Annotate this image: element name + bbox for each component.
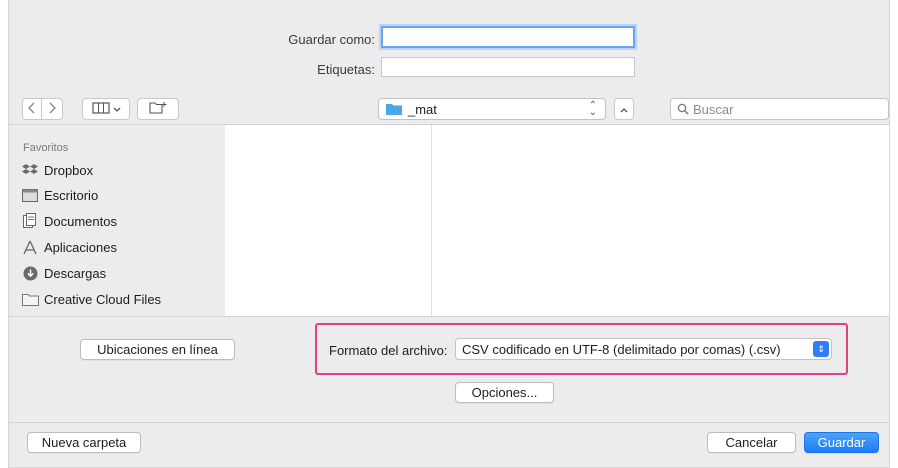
downloads-icon bbox=[21, 265, 39, 281]
tags-label: Etiquetas: bbox=[317, 62, 375, 77]
new-folder-toolbar-button[interactable] bbox=[137, 98, 179, 120]
chevron-down-icon bbox=[113, 102, 121, 116]
new-folder-icon bbox=[149, 101, 167, 117]
folder-icon bbox=[21, 291, 39, 307]
browser-divider bbox=[9, 316, 889, 317]
sidebar-item-label: Escritorio bbox=[44, 187, 99, 203]
format-value: CSV codificado en UTF-8 (delimitado por … bbox=[462, 341, 781, 357]
folder-icon bbox=[385, 102, 403, 116]
file-browser[interactable] bbox=[225, 125, 889, 316]
online-locations-button[interactable]: Ubicaciones en línea bbox=[80, 339, 235, 360]
save-button[interactable]: Guardar bbox=[804, 432, 879, 453]
sidebar-item-aplicaciones[interactable]: Aplicaciones bbox=[21, 236, 117, 258]
format-select[interactable]: CSV codificado en UTF-8 (delimitado por … bbox=[455, 338, 832, 360]
chevron-left-icon bbox=[28, 102, 36, 117]
sidebar-item-label: Descargas bbox=[44, 265, 107, 281]
collapse-button[interactable] bbox=[614, 98, 634, 120]
new-folder-button[interactable]: Nueva carpeta bbox=[27, 432, 141, 453]
forward-button[interactable] bbox=[42, 98, 63, 120]
browser-column[interactable] bbox=[432, 125, 889, 316]
save-as-label: Guardar como: bbox=[288, 32, 375, 47]
options-button[interactable]: Opciones... bbox=[455, 382, 554, 403]
sidebar-item-creative-cloud[interactable]: Creative Cloud Files bbox=[21, 288, 161, 310]
sidebar-item-documentos[interactable]: Documentos bbox=[21, 210, 117, 232]
footer-divider bbox=[9, 422, 889, 423]
sidebar-item-label: Creative Cloud Files bbox=[44, 291, 162, 307]
sidebar-item-dropbox[interactable]: Dropbox bbox=[21, 159, 93, 181]
sidebar-item-label: Documentos bbox=[44, 213, 117, 229]
browser-column[interactable] bbox=[225, 125, 432, 316]
tags-input[interactable] bbox=[381, 57, 635, 77]
sidebar-heading: Favoritos bbox=[23, 142, 69, 154]
back-button[interactable] bbox=[22, 98, 42, 120]
up-down-arrows-icon: ⇕ bbox=[813, 341, 829, 357]
desktop-icon bbox=[21, 187, 39, 203]
save-dialog: Guardar como: Etiquetas: _mat ⌃ ⌄ Buscar… bbox=[8, 0, 890, 468]
search-field[interactable]: Buscar bbox=[670, 98, 889, 120]
save-as-input[interactable] bbox=[381, 26, 635, 48]
view-mode-button[interactable] bbox=[82, 98, 130, 120]
sidebar-item-escritorio[interactable]: Escritorio bbox=[21, 184, 98, 206]
up-down-arrows-icon: ⌃ ⌄ bbox=[588, 100, 597, 118]
location-label: _mat bbox=[408, 101, 437, 117]
location-popup[interactable]: _mat ⌃ ⌄ bbox=[378, 98, 606, 120]
sidebar-item-label: Dropbox bbox=[44, 162, 94, 178]
sidebar-item-label: Aplicaciones bbox=[44, 239, 117, 255]
dropbox-icon bbox=[21, 162, 39, 178]
documents-icon bbox=[21, 213, 39, 229]
cancel-button[interactable]: Cancelar bbox=[707, 432, 796, 453]
chevron-right-icon bbox=[48, 102, 56, 117]
applications-icon bbox=[21, 239, 39, 255]
search-icon bbox=[677, 103, 689, 115]
column-view-icon bbox=[91, 101, 110, 117]
format-label: Formato del archivo: bbox=[329, 343, 448, 358]
sidebar-item-descargas[interactable]: Descargas bbox=[21, 262, 106, 284]
chevron-up-icon bbox=[620, 102, 628, 116]
search-placeholder: Buscar bbox=[693, 101, 734, 117]
